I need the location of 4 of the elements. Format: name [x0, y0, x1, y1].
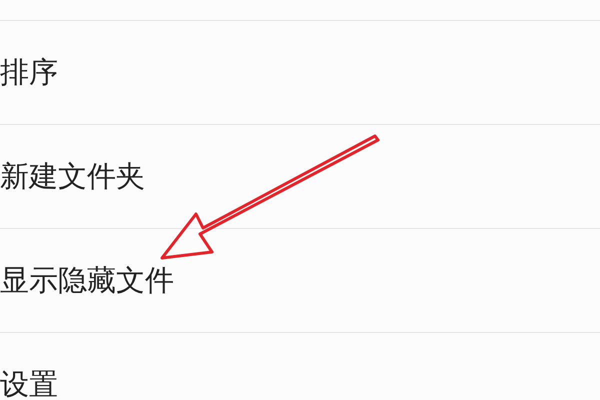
menu-item[interactable]: 排序	[0, 55, 58, 90]
menu-item[interactable]: 显示隐藏文件	[0, 263, 174, 298]
menu-item[interactable]: 新建文件夹	[0, 159, 145, 194]
menu-item[interactable]: 设置	[0, 367, 58, 400]
